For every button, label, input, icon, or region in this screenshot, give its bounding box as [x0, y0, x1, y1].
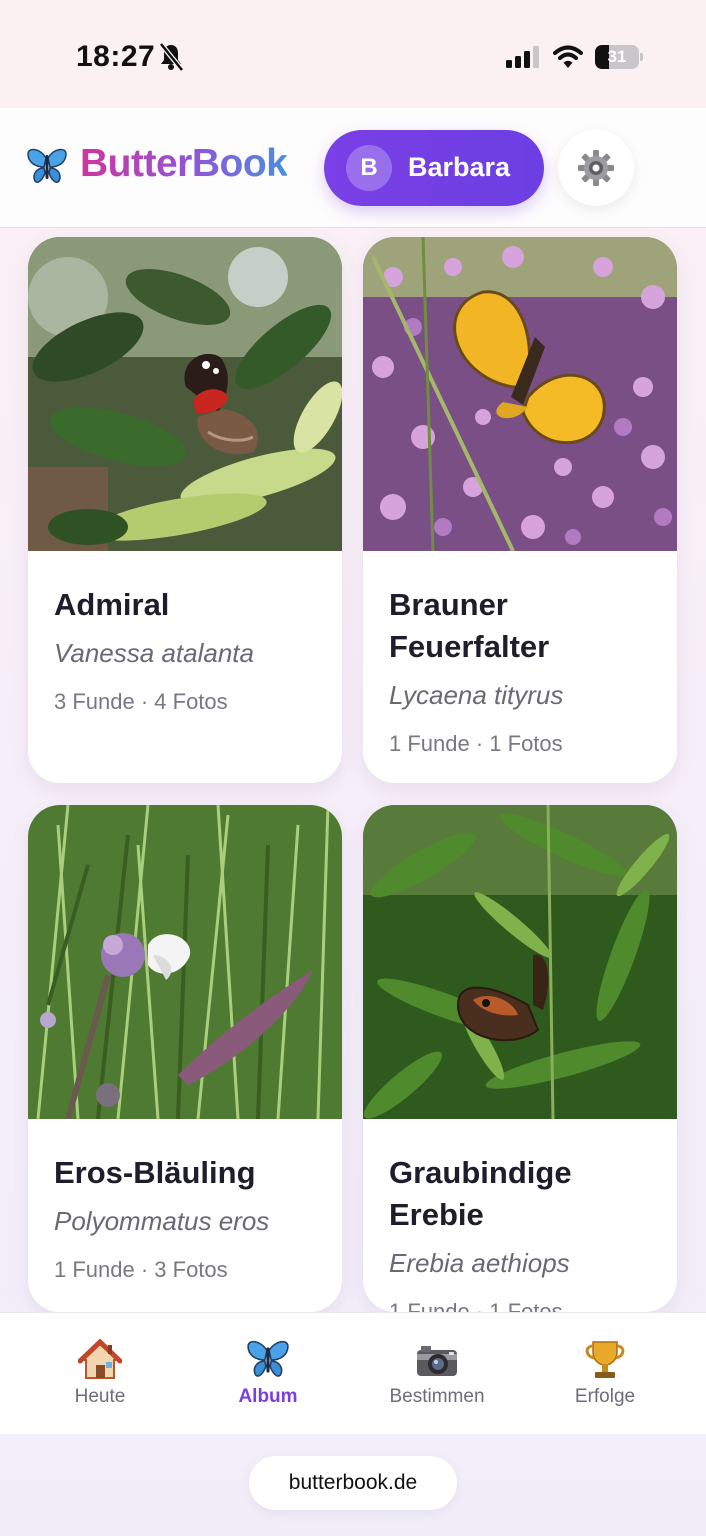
tab-heute[interactable]: Heute — [15, 1312, 185, 1434]
species-photo — [28, 237, 342, 551]
species-name: Brauner Feuerfalter — [389, 587, 550, 664]
url-bar[interactable]: butterbook.de — [249, 1456, 457, 1510]
status-time: 18:27 — [76, 40, 156, 73]
butterfly-icon — [247, 1340, 289, 1377]
tab-label: Album — [238, 1386, 298, 1407]
species-photo — [363, 237, 677, 551]
species-card-brauner-feuerfalter[interactable]: Brauner Feuerfalter Lycaena tityrus 1 Fu… — [363, 237, 677, 783]
species-scientific-name: Polyommatus eros — [54, 1206, 270, 1236]
butterfly-icon — [27, 148, 67, 184]
species-card-admiral[interactable]: Admiral Vanessa atalanta 3 Funde · 4 Fot… — [28, 237, 342, 783]
gear-icon — [578, 150, 614, 186]
cellular-signal-icon — [506, 46, 539, 68]
species-scientific-name: Vanessa atalanta — [54, 638, 254, 668]
tab-bestimmen[interactable]: Bestimmen — [352, 1312, 522, 1434]
species-photo — [28, 805, 342, 1119]
species-card-graubindige-erebie[interactable]: Graubindige Erebie Erebia aethiops 1 Fun… — [363, 805, 677, 1312]
house-icon — [78, 1338, 122, 1379]
species-scientific-name: Lycaena tityrus — [389, 680, 564, 710]
camera-icon — [417, 1346, 457, 1376]
tab-label: Heute — [74, 1386, 126, 1407]
species-name: Admiral — [54, 587, 170, 622]
trophy-icon — [585, 1341, 625, 1378]
avatar: B — [346, 145, 392, 191]
tab-album[interactable]: Album — [183, 1312, 353, 1434]
species-card-eros-blaeuling[interactable]: Eros-Bläuling Polyommatus eros 1 Funde ·… — [28, 805, 342, 1312]
species-scientific-name: Erebia aethiops — [389, 1248, 570, 1278]
wifi-icon — [553, 45, 583, 68]
species-name: Eros-Bläuling — [54, 1155, 256, 1190]
user-profile-button[interactable]: B Barbara — [324, 130, 544, 206]
species-name: Graubindige Erebie — [389, 1155, 572, 1232]
tab-label: Erfolge — [574, 1386, 636, 1407]
tab-label: Bestimmen — [389, 1386, 485, 1407]
species-stats: 1 Funde · 1 Fotos — [389, 1299, 563, 1312]
species-stats: 3 Funde · 4 Fotos — [54, 689, 228, 714]
bell-muted-icon — [159, 42, 184, 72]
battery-indicator: 31 — [595, 45, 643, 69]
species-stats: 1 Funde · 3 Fotos — [54, 1257, 228, 1282]
settings-button[interactable] — [558, 130, 634, 206]
battery-percent: 31 — [607, 47, 627, 66]
user-name: Barbara — [408, 152, 511, 182]
tab-erfolge[interactable]: Erfolge — [520, 1312, 690, 1434]
app-logo-text[interactable]: ButterBook — [80, 142, 288, 186]
species-stats: 1 Funde · 1 Fotos — [389, 731, 563, 756]
species-photo — [363, 805, 677, 1119]
